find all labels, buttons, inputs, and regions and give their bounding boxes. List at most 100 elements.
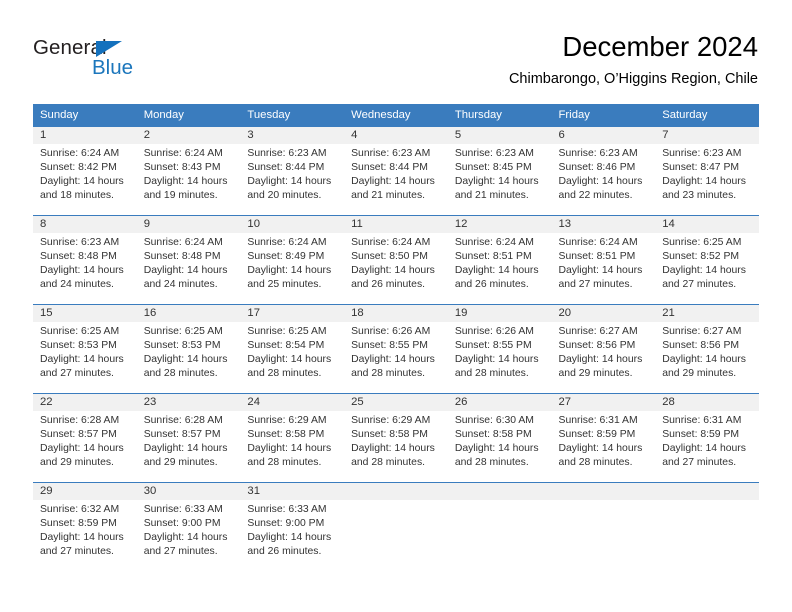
sunset-time: Sunset: 8:49 PM	[247, 251, 325, 263]
weekday-header-sunday: Sunday	[33, 104, 137, 126]
daylight-duration-line1: Daylight: 14 hours	[351, 176, 435, 188]
calendar-week-row: 22 Sunrise: 6:28 AM Sunset: 8:57 PM Dayligh…	[33, 393, 759, 482]
calendar-week-row: 8 Sunrise: 6:23 AM Sunset: 8:48 PM Daylight…	[33, 215, 759, 304]
day-cell[interactable]: 20 Sunrise: 6:27 AM Sunset: 8:56 PM Dayligh…	[551, 304, 656, 393]
day-cell[interactable]: 5 Sunrise: 6:23 AM Sunset: 8:45 PM Daylight…	[447, 126, 552, 215]
sunset-time: Sunset: 9:00 PM	[247, 518, 325, 530]
day-cell[interactable]: 29 Sunrise: 6:32 AM Sunset: 8:59 PM Dayligh…	[33, 482, 137, 571]
day-cell[interactable]: 14 Sunrise: 6:25 AM Sunset: 8:52 PM Dayligh…	[655, 215, 759, 304]
daylight-duration-line2: and 26 minutes.	[454, 279, 529, 291]
day-cell[interactable]: 7 Sunrise: 6:23 AM Sunset: 8:47 PM Daylight…	[655, 126, 759, 215]
day-cell[interactable]: 31 Sunrise: 6:33 AM Sunset: 9:00 PM Dayligh…	[240, 482, 345, 571]
day-cell[interactable]: 13 Sunrise: 6:24 AM Sunset: 8:51 PM Dayligh…	[551, 215, 656, 304]
sunset-time: Sunset: 8:56 PM	[662, 340, 740, 352]
sunrise-time: Sunrise: 6:24 AM	[143, 148, 223, 159]
day-cell[interactable]: 26 Sunrise: 6:30 AM Sunset: 8:58 PM Dayligh…	[447, 393, 552, 482]
day-cell[interactable]: 27 Sunrise: 6:31 AM Sunset: 8:59 PM Dayligh…	[551, 393, 656, 482]
weekday-header-monday: Monday	[136, 104, 241, 126]
day-cell[interactable]: 2 Sunrise: 6:24 AM Sunset: 8:43 PM Daylight…	[136, 126, 241, 215]
calendar-day-cell: 3 Sunrise: 6:23 AM Sunset: 8:44 PM Daylight…	[240, 126, 345, 215]
day-number	[551, 483, 656, 500]
sunset-time: Sunset: 8:53 PM	[143, 340, 221, 352]
calendar-day-cell: 27 Sunrise: 6:31 AM Sunset: 8:59 PM Dayligh…	[551, 393, 656, 482]
day-sun-info: Sunrise: 6:29 AM Sunset: 8:58 PM Daylight:…	[344, 411, 448, 470]
daylight-duration-line1: Daylight: 14 hours	[662, 176, 746, 188]
weekday-header-tuesday: Tuesday	[240, 104, 345, 126]
day-sun-info: Sunrise: 6:25 AM Sunset: 8:53 PM Daylight:…	[33, 322, 137, 381]
day-number: 15	[33, 305, 137, 322]
day-number: 12	[447, 216, 552, 233]
day-sun-info: Sunrise: 6:23 AM Sunset: 8:44 PM Daylight:…	[240, 144, 344, 203]
daylight-duration-line2: and 29 minutes.	[662, 368, 737, 380]
calendar-day-cell: 7 Sunrise: 6:23 AM Sunset: 8:47 PM Daylight…	[655, 126, 759, 215]
daylight-duration-line2: and 28 minutes.	[351, 457, 426, 469]
day-cell[interactable]: 19 Sunrise: 6:26 AM Sunset: 8:55 PM Dayligh…	[447, 304, 552, 393]
sunrise-time: Sunrise: 6:25 AM	[662, 237, 742, 248]
day-cell[interactable]: 10 Sunrise: 6:24 AM Sunset: 8:49 PM Dayligh…	[240, 215, 345, 304]
day-cell[interactable]: 4 Sunrise: 6:23 AM Sunset: 8:44 PM Daylight…	[344, 126, 448, 215]
sunrise-time: Sunrise: 6:28 AM	[40, 415, 120, 426]
day-cell[interactable]: 25 Sunrise: 6:29 AM Sunset: 8:58 PM Dayligh…	[344, 393, 448, 482]
day-sun-info: Sunrise: 6:27 AM Sunset: 8:56 PM Daylight:…	[655, 322, 759, 381]
sunrise-time: Sunrise: 6:25 AM	[40, 326, 120, 337]
sunset-time: Sunset: 8:57 PM	[143, 429, 221, 441]
day-cell[interactable]: 30 Sunrise: 6:33 AM Sunset: 9:00 PM Dayligh…	[136, 482, 241, 571]
sunrise-time: Sunrise: 6:24 AM	[558, 237, 638, 248]
day-cell[interactable]: 18 Sunrise: 6:26 AM Sunset: 8:55 PM Dayligh…	[344, 304, 448, 393]
generalblue-logo[interactable]: General Blue	[33, 36, 163, 84]
sunrise-time: Sunrise: 6:30 AM	[454, 415, 534, 426]
sunset-time: Sunset: 8:44 PM	[351, 162, 428, 174]
day-cell[interactable]: 22 Sunrise: 6:28 AM Sunset: 8:57 PM Dayligh…	[33, 393, 137, 482]
day-cell[interactable]: 21 Sunrise: 6:27 AM Sunset: 8:56 PM Dayligh…	[655, 304, 759, 393]
page-header: General Blue December 2024 Chimbarongo, …	[0, 0, 792, 100]
daylight-duration-line1: Daylight: 14 hours	[454, 265, 539, 277]
day-number: 8	[33, 216, 137, 233]
day-cell[interactable]: 6 Sunrise: 6:23 AM Sunset: 8:46 PM Daylight…	[551, 126, 656, 215]
sunset-time: Sunset: 8:55 PM	[454, 340, 532, 352]
day-cell[interactable]: 28 Sunrise: 6:31 AM Sunset: 8:59 PM Dayligh…	[655, 393, 759, 482]
day-cell[interactable]: 3 Sunrise: 6:23 AM Sunset: 8:44 PM Daylight…	[240, 126, 345, 215]
daylight-duration-line1: Daylight: 14 hours	[40, 354, 124, 366]
sunrise-time: Sunrise: 6:24 AM	[454, 237, 534, 248]
calendar-week-row: 15 Sunrise: 6:25 AM Sunset: 8:53 PM Dayligh…	[33, 304, 759, 393]
daylight-duration-line2: and 23 minutes.	[662, 190, 737, 202]
day-cell[interactable]: 8 Sunrise: 6:23 AM Sunset: 8:48 PM Daylight…	[33, 215, 137, 304]
day-sun-info: Sunrise: 6:24 AM Sunset: 8:48 PM Daylight:…	[137, 233, 241, 292]
sunset-time: Sunset: 8:57 PM	[40, 429, 117, 441]
daylight-duration-line1: Daylight: 14 hours	[143, 532, 228, 544]
day-number: 17	[240, 305, 345, 322]
day-sun-info: Sunrise: 6:25 AM Sunset: 8:54 PM Daylight:…	[240, 322, 344, 381]
sunrise-time: Sunrise: 6:27 AM	[558, 326, 638, 337]
day-cell[interactable]: 24 Sunrise: 6:29 AM Sunset: 8:58 PM Dayligh…	[240, 393, 345, 482]
daylight-duration-line1: Daylight: 14 hours	[558, 176, 643, 188]
day-cell[interactable]: 1 Sunrise: 6:24 AM Sunset: 8:42 PM Daylight…	[33, 126, 137, 215]
sunrise-time: Sunrise: 6:25 AM	[143, 326, 223, 337]
day-cell[interactable]: 17 Sunrise: 6:25 AM Sunset: 8:54 PM Dayligh…	[240, 304, 345, 393]
calendar-day-cell: 29 Sunrise: 6:32 AM Sunset: 8:59 PM Dayligh…	[33, 482, 137, 571]
daylight-duration-line2: and 28 minutes.	[454, 457, 529, 469]
calendar-day-cell: 18 Sunrise: 6:26 AM Sunset: 8:55 PM Dayligh…	[344, 304, 448, 393]
daylight-duration-line1: Daylight: 14 hours	[247, 443, 332, 455]
day-sun-info	[655, 500, 759, 503]
day-cell[interactable]: 16 Sunrise: 6:25 AM Sunset: 8:53 PM Dayligh…	[136, 304, 241, 393]
daylight-duration-line1: Daylight: 14 hours	[454, 176, 539, 188]
calendar-day-cell: 16 Sunrise: 6:25 AM Sunset: 8:53 PM Dayligh…	[136, 304, 241, 393]
daylight-duration-line1: Daylight: 14 hours	[558, 443, 643, 455]
day-sun-info: Sunrise: 6:24 AM Sunset: 8:51 PM Daylight:…	[552, 233, 656, 292]
weekday-header-thursday: Thursday	[447, 104, 552, 126]
day-cell[interactable]: 15 Sunrise: 6:25 AM Sunset: 8:53 PM Dayligh…	[33, 304, 137, 393]
calendar-day-cell: 6 Sunrise: 6:23 AM Sunset: 8:46 PM Daylight…	[551, 126, 656, 215]
day-cell[interactable]: 11 Sunrise: 6:24 AM Sunset: 8:50 PM Dayligh…	[344, 215, 448, 304]
sunrise-time: Sunrise: 6:28 AM	[143, 415, 223, 426]
day-cell[interactable]: 23 Sunrise: 6:28 AM Sunset: 8:57 PM Dayligh…	[136, 393, 241, 482]
day-number: 27	[551, 394, 656, 411]
daylight-duration-line2: and 26 minutes.	[351, 279, 426, 291]
day-sun-info: Sunrise: 6:24 AM Sunset: 8:51 PM Daylight:…	[448, 233, 552, 292]
sunrise-time: Sunrise: 6:23 AM	[454, 148, 534, 159]
sunrise-time: Sunrise: 6:24 AM	[40, 148, 120, 159]
daylight-duration-line2: and 19 minutes.	[143, 190, 218, 202]
daylight-duration-line2: and 27 minutes.	[143, 546, 218, 558]
day-cell[interactable]: 9 Sunrise: 6:24 AM Sunset: 8:48 PM Daylight…	[136, 215, 241, 304]
day-sun-info: Sunrise: 6:23 AM Sunset: 8:44 PM Daylight:…	[344, 144, 448, 203]
day-cell[interactable]: 12 Sunrise: 6:24 AM Sunset: 8:51 PM Dayligh…	[447, 215, 552, 304]
